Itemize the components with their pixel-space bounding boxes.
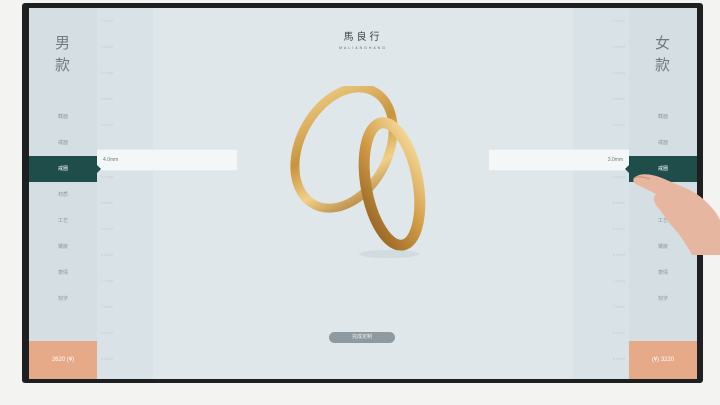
width-option[interactable]: 8.5mm <box>573 346 629 372</box>
hand-image <box>633 174 720 255</box>
width-option[interactable]: 8.0mm <box>97 320 153 346</box>
width-option[interactable]: 3.5mm <box>97 86 153 112</box>
male-price-button[interactable]: 2620 (¥) <box>29 341 97 379</box>
female-price-button[interactable]: (¥) 3220 <box>629 341 697 379</box>
male-menu-item[interactable]: 表情 <box>29 260 97 286</box>
female-width-value: 3.0mm <box>607 157 623 163</box>
width-option[interactable]: 6.0mm <box>97 216 153 242</box>
brand-header: 馬良行 MALIANGHANG <box>29 28 697 50</box>
male-title-char-2: 款 <box>54 56 71 74</box>
male-menu-item[interactable]: 截面 <box>29 104 97 130</box>
width-option[interactable]: 5.5mm <box>573 190 629 216</box>
male-menu-item[interactable]: 工艺 <box>29 208 97 234</box>
brand-name: 馬良行 <box>343 32 383 43</box>
female-title-char-2: 款 <box>654 56 671 74</box>
width-option[interactable]: 6.0mm <box>573 216 629 242</box>
width-option[interactable]: 7.0mm <box>97 268 153 294</box>
male-ring <box>290 86 398 213</box>
ring-shadow <box>359 250 419 258</box>
width-option[interactable]: 3.5mm <box>573 86 629 112</box>
width-option[interactable]: 7.5mm <box>573 294 629 320</box>
female-menu-item[interactable]: 戒面 <box>629 130 697 156</box>
male-sidebar: 男 款 截面 戒面 戒圈 材质 工艺 镶嵌 表情 刻字 2620 (¥) <box>29 8 101 379</box>
brand-subtitle: MALIANGHANG <box>339 46 387 50</box>
width-option[interactable]: 8.0mm <box>573 320 629 346</box>
width-option[interactable]: 3.0mm <box>97 60 153 86</box>
male-width-value: 4.0mm <box>103 157 119 163</box>
female-menu-item[interactable]: 截面 <box>629 104 697 130</box>
width-option[interactable]: 4.0mm <box>573 112 629 138</box>
width-option[interactable]: 8.5mm <box>97 346 153 372</box>
width-option[interactable]: 7.0mm <box>573 268 629 294</box>
male-menu-item[interactable]: 戒圈 <box>29 156 101 182</box>
male-width-selected[interactable]: 4.0mm <box>97 149 237 171</box>
width-option[interactable]: 5.5mm <box>97 190 153 216</box>
width-option[interactable]: 3.0mm <box>573 60 629 86</box>
female-width-list[interactable]: 2.0mm2.5mm3.0mm3.5mm4.0mm4.5mm5.0mm5.5mm… <box>573 8 629 379</box>
wedding-rings-image <box>290 86 426 258</box>
width-option[interactable]: 6.5mm <box>573 242 629 268</box>
female-menu-item[interactable]: 刻字 <box>629 286 697 312</box>
complete-custom-button[interactable]: 完成定制 <box>329 332 395 343</box>
male-menu-item[interactable]: 镶嵌 <box>29 234 97 260</box>
female-menu-item[interactable]: 表情 <box>629 260 697 286</box>
male-menu-item[interactable]: 戒面 <box>29 130 97 156</box>
width-option[interactable]: 6.5mm <box>97 242 153 268</box>
male-menu: 截面 戒面 戒圈 材质 工艺 镶嵌 表情 刻字 <box>29 104 101 312</box>
width-option[interactable]: 7.5mm <box>97 294 153 320</box>
female-width-selected[interactable]: 3.0mm <box>489 149 629 171</box>
width-option[interactable]: 4.0mm <box>97 112 153 138</box>
kiosk-screen: 2.0mm2.5mm3.0mm3.5mm4.0mm4.5mm5.0mm5.5mm… <box>29 8 697 379</box>
male-menu-item[interactable]: 刻字 <box>29 286 97 312</box>
male-menu-item[interactable]: 材质 <box>29 182 97 208</box>
male-width-list[interactable]: 2.0mm2.5mm3.0mm3.5mm4.0mm4.5mm5.0mm5.5mm… <box>97 8 153 379</box>
